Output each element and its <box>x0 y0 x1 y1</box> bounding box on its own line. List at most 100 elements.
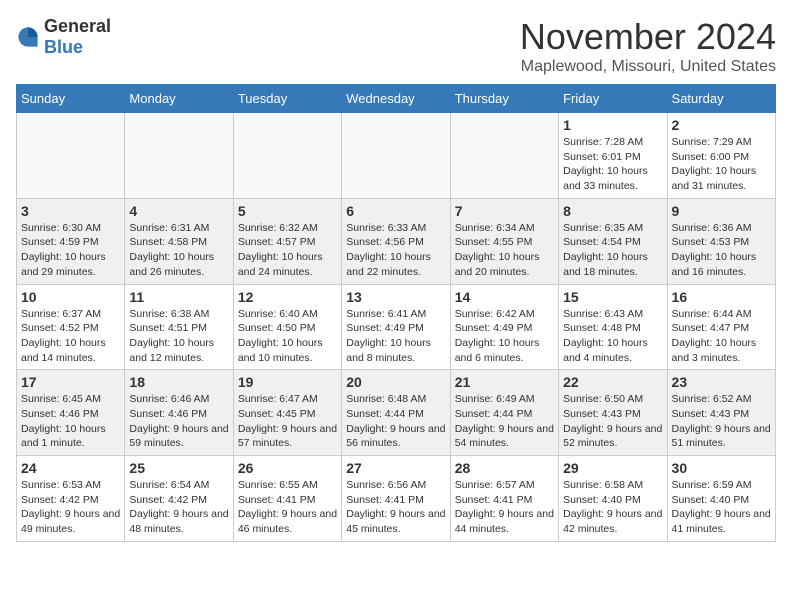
day-detail: Sunrise: 6:36 AM Sunset: 4:53 PM Dayligh… <box>672 221 771 280</box>
calendar-cell: 4 Sunrise: 6:31 AM Sunset: 4:58 PM Daylig… <box>125 198 233 284</box>
day-number: 21 <box>455 374 554 390</box>
day-number: 22 <box>563 374 662 390</box>
calendar-cell: 15Sunrise: 6:43 AM Sunset: 4:48 PM Dayli… <box>559 284 667 370</box>
day-number: 18 <box>129 374 228 390</box>
day-detail: Sunrise: 6:59 AM Sunset: 4:40 PM Dayligh… <box>672 478 771 537</box>
location-subtitle: Maplewood, Missouri, United States <box>520 58 776 76</box>
week-row-3: 10 Sunrise: 6:37 AM Sunset: 4:52 PM Dayli… <box>17 284 776 370</box>
calendar-cell: 6 Sunrise: 6:33 AM Sunset: 4:56 PM Daylig… <box>342 198 450 284</box>
logo-blue: Blue <box>44 37 83 57</box>
day-number: 24 <box>21 460 120 476</box>
day-number: 19 <box>238 374 337 390</box>
day-number: 9 <box>672 203 771 219</box>
calendar-cell: 20Sunrise: 6:48 AM Sunset: 4:44 PM Dayli… <box>342 370 450 456</box>
calendar-cell: 11 Sunrise: 6:38 AM Sunset: 4:51 PM Dayli… <box>125 284 233 370</box>
day-number: 14 <box>455 289 554 305</box>
day-number: 10 <box>21 289 120 305</box>
calendar-cell: 19 Sunrise: 6:47 AM Sunset: 4:45 PM Dayli… <box>233 370 341 456</box>
calendar-cell <box>17 113 125 199</box>
day-detail: Sunrise: 6:44 AM Sunset: 4:47 PM Dayligh… <box>672 307 771 366</box>
logo-icon <box>16 25 40 49</box>
calendar-cell: 24 Sunrise: 6:53 AM Sunset: 4:42 PM Dayli… <box>17 456 125 542</box>
col-header-thursday: Thursday <box>450 85 558 113</box>
day-detail: Sunrise: 6:52 AM Sunset: 4:43 PM Dayligh… <box>672 392 771 451</box>
day-number: 23 <box>672 374 771 390</box>
day-detail: Sunrise: 6:33 AM Sunset: 4:56 PM Dayligh… <box>346 221 445 280</box>
day-number: 3 <box>21 203 120 219</box>
day-number: 7 <box>455 203 554 219</box>
day-detail: Sunrise: 6:40 AM Sunset: 4:50 PM Dayligh… <box>238 307 337 366</box>
page-header: General Blue November 2024 Maplewood, Mi… <box>16 16 776 76</box>
calendar-cell: 29Sunrise: 6:58 AM Sunset: 4:40 PM Dayli… <box>559 456 667 542</box>
calendar-cell <box>125 113 233 199</box>
day-detail: Sunrise: 6:48 AM Sunset: 4:44 PM Dayligh… <box>346 392 445 451</box>
logo: General Blue <box>16 16 111 58</box>
calendar-cell: 14 Sunrise: 6:42 AM Sunset: 4:49 PM Dayli… <box>450 284 558 370</box>
calendar-cell: 8Sunrise: 6:35 AM Sunset: 4:54 PM Daylig… <box>559 198 667 284</box>
day-detail: Sunrise: 6:45 AM Sunset: 4:46 PM Dayligh… <box>21 392 120 451</box>
month-title: November 2024 <box>520 16 776 58</box>
day-detail: Sunrise: 6:43 AM Sunset: 4:48 PM Dayligh… <box>563 307 662 366</box>
calendar-cell <box>233 113 341 199</box>
calendar-cell: 1Sunrise: 7:28 AM Sunset: 6:01 PM Daylig… <box>559 113 667 199</box>
day-detail: Sunrise: 6:49 AM Sunset: 4:44 PM Dayligh… <box>455 392 554 451</box>
day-detail: Sunrise: 6:56 AM Sunset: 4:41 PM Dayligh… <box>346 478 445 537</box>
calendar-cell: 23 Sunrise: 6:52 AM Sunset: 4:43 PM Dayli… <box>667 370 775 456</box>
col-header-tuesday: Tuesday <box>233 85 341 113</box>
calendar-header-row: SundayMondayTuesdayWednesdayThursdayFrid… <box>17 85 776 113</box>
calendar-cell: 26 Sunrise: 6:55 AM Sunset: 4:41 PM Dayli… <box>233 456 341 542</box>
day-number: 5 <box>238 203 337 219</box>
day-detail: Sunrise: 6:38 AM Sunset: 4:51 PM Dayligh… <box>129 307 228 366</box>
day-detail: Sunrise: 6:58 AM Sunset: 4:40 PM Dayligh… <box>563 478 662 537</box>
day-number: 16 <box>672 289 771 305</box>
calendar-cell: 30 Sunrise: 6:59 AM Sunset: 4:40 PM Dayli… <box>667 456 775 542</box>
day-number: 30 <box>672 460 771 476</box>
calendar-cell <box>450 113 558 199</box>
day-number: 11 <box>129 289 228 305</box>
col-header-sunday: Sunday <box>17 85 125 113</box>
day-number: 25 <box>129 460 228 476</box>
calendar-cell: 3Sunrise: 6:30 AM Sunset: 4:59 PM Daylig… <box>17 198 125 284</box>
day-number: 28 <box>455 460 554 476</box>
day-detail: Sunrise: 6:54 AM Sunset: 4:42 PM Dayligh… <box>129 478 228 537</box>
week-row-2: 3Sunrise: 6:30 AM Sunset: 4:59 PM Daylig… <box>17 198 776 284</box>
day-number: 13 <box>346 289 445 305</box>
calendar-cell: 5 Sunrise: 6:32 AM Sunset: 4:57 PM Daylig… <box>233 198 341 284</box>
day-detail: Sunrise: 6:42 AM Sunset: 4:49 PM Dayligh… <box>455 307 554 366</box>
title-area: November 2024 Maplewood, Missouri, Unite… <box>520 16 776 76</box>
day-detail: Sunrise: 6:46 AM Sunset: 4:46 PM Dayligh… <box>129 392 228 451</box>
calendar-cell: 25 Sunrise: 6:54 AM Sunset: 4:42 PM Dayli… <box>125 456 233 542</box>
col-header-saturday: Saturday <box>667 85 775 113</box>
calendar-cell: 9 Sunrise: 6:36 AM Sunset: 4:53 PM Daylig… <box>667 198 775 284</box>
day-number: 26 <box>238 460 337 476</box>
calendar-cell: 21 Sunrise: 6:49 AM Sunset: 4:44 PM Dayli… <box>450 370 558 456</box>
day-detail: Sunrise: 6:53 AM Sunset: 4:42 PM Dayligh… <box>21 478 120 537</box>
week-row-4: 17 Sunrise: 6:45 AM Sunset: 4:46 PM Dayli… <box>17 370 776 456</box>
day-detail: Sunrise: 6:37 AM Sunset: 4:52 PM Dayligh… <box>21 307 120 366</box>
logo-general: General <box>44 16 111 36</box>
day-number: 8 <box>563 203 662 219</box>
day-detail: Sunrise: 6:55 AM Sunset: 4:41 PM Dayligh… <box>238 478 337 537</box>
day-detail: Sunrise: 6:32 AM Sunset: 4:57 PM Dayligh… <box>238 221 337 280</box>
day-detail: Sunrise: 6:50 AM Sunset: 4:43 PM Dayligh… <box>563 392 662 451</box>
calendar-cell: 13Sunrise: 6:41 AM Sunset: 4:49 PM Dayli… <box>342 284 450 370</box>
day-number: 4 <box>129 203 228 219</box>
week-row-5: 24 Sunrise: 6:53 AM Sunset: 4:42 PM Dayli… <box>17 456 776 542</box>
calendar-cell: 18 Sunrise: 6:46 AM Sunset: 4:46 PM Dayli… <box>125 370 233 456</box>
day-number: 12 <box>238 289 337 305</box>
week-row-1: 1Sunrise: 7:28 AM Sunset: 6:01 PM Daylig… <box>17 113 776 199</box>
day-detail: Sunrise: 6:34 AM Sunset: 4:55 PM Dayligh… <box>455 221 554 280</box>
day-detail: Sunrise: 6:31 AM Sunset: 4:58 PM Dayligh… <box>129 221 228 280</box>
day-detail: Sunrise: 6:47 AM Sunset: 4:45 PM Dayligh… <box>238 392 337 451</box>
col-header-wednesday: Wednesday <box>342 85 450 113</box>
calendar-cell: 12 Sunrise: 6:40 AM Sunset: 4:50 PM Dayli… <box>233 284 341 370</box>
day-number: 17 <box>21 374 120 390</box>
day-detail: Sunrise: 7:28 AM Sunset: 6:01 PM Dayligh… <box>563 135 662 194</box>
day-number: 6 <box>346 203 445 219</box>
calendar-cell: 10 Sunrise: 6:37 AM Sunset: 4:52 PM Dayli… <box>17 284 125 370</box>
calendar-cell <box>342 113 450 199</box>
calendar-cell: 27Sunrise: 6:56 AM Sunset: 4:41 PM Dayli… <box>342 456 450 542</box>
calendar-cell: 2Sunrise: 7:29 AM Sunset: 6:00 PM Daylig… <box>667 113 775 199</box>
col-header-monday: Monday <box>125 85 233 113</box>
calendar-cell: 28Sunrise: 6:57 AM Sunset: 4:41 PM Dayli… <box>450 456 558 542</box>
